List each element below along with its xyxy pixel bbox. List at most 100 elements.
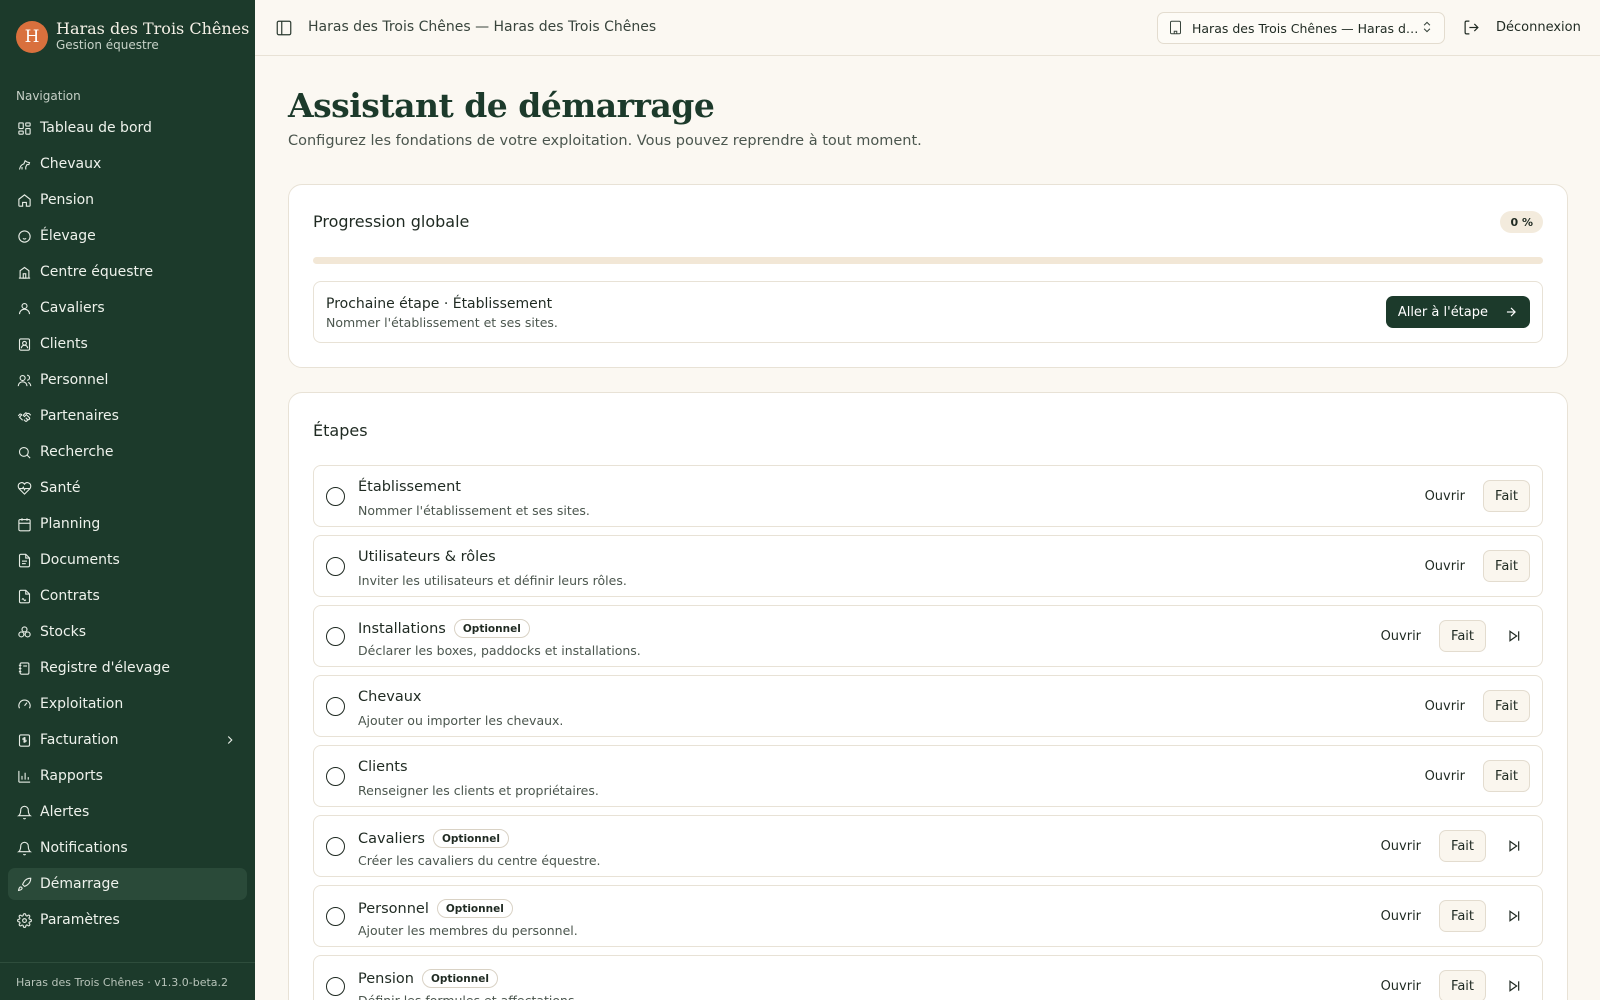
sidebar-item-centre-equestre[interactable]: Centre équestre: [8, 256, 247, 288]
sidebar-item-documents[interactable]: Documents: [8, 544, 247, 576]
sidebar-item-notifications[interactable]: Notifications: [8, 832, 247, 864]
steps-card: Étapes Établissement Nommer l'établisseme…: [288, 392, 1568, 1000]
mark-done-button[interactable]: Fait: [1439, 830, 1486, 862]
open-step-button[interactable]: Ouvrir: [1415, 480, 1475, 512]
step-status-circle-icon[interactable]: [326, 487, 345, 506]
step-status-circle-icon[interactable]: [326, 977, 345, 996]
step-name: Utilisateurs & rôles: [358, 549, 496, 565]
sidebar-item-contrats[interactable]: Contrats: [8, 580, 247, 612]
step-row-pension: Pension Optionnel Définir les formules et …: [313, 955, 1543, 1000]
sidebar-item-rapports[interactable]: Rapports: [8, 760, 247, 792]
open-step-button[interactable]: Ouvrir: [1415, 760, 1475, 792]
sidebar: H Haras des Trois Chênes Gestion équestr…: [0, 0, 255, 1000]
file-signature-icon: [16, 588, 32, 604]
optional-badge: Optionnel: [421, 969, 498, 988]
building-icon: [1168, 20, 1184, 36]
step-description: Déclarer les boxes, paddocks et installa…: [358, 643, 641, 658]
sidebar-item-label: Cavaliers: [40, 300, 105, 316]
brand-subtitle: Gestion équestre: [56, 38, 159, 52]
mark-done-button[interactable]: Fait: [1439, 970, 1486, 1000]
sidebar-item-cavaliers[interactable]: Cavaliers: [8, 292, 247, 324]
optional-badge: Optionnel: [432, 829, 509, 848]
sidebar-item-exploitation[interactable]: Exploitation: [8, 688, 247, 720]
step-status-circle-icon[interactable]: [326, 767, 345, 786]
open-step-button[interactable]: Ouvrir: [1371, 970, 1431, 1000]
mark-done-button[interactable]: Fait: [1483, 690, 1530, 722]
nav-heading: Navigation: [16, 89, 81, 103]
document-icon: [16, 552, 32, 568]
logout-button[interactable]: Déconnexion: [1496, 20, 1581, 35]
open-step-button[interactable]: Ouvrir: [1371, 900, 1431, 932]
sidebar-item-personnel[interactable]: Personnel: [8, 364, 247, 396]
search-icon: [16, 444, 32, 460]
step-row-personnel: Personnel Optionnel Ajouter les membres du…: [313, 885, 1543, 947]
skip-forward-icon[interactable]: [1498, 830, 1530, 862]
chevron-right-icon[interactable]: [223, 733, 237, 747]
sidebar-item-label: Chevaux: [40, 156, 102, 172]
organization-select[interactable]: Haras des Trois Chênes — Haras de...: [1157, 12, 1445, 44]
sidebar-item-label: Notifications: [40, 840, 128, 856]
home-icon: [16, 192, 32, 208]
step-status-circle-icon[interactable]: [326, 697, 345, 716]
sidebar-item-recherche[interactable]: Recherche: [8, 436, 247, 468]
boxes-icon: [16, 624, 32, 640]
sidebar-item-planning[interactable]: Planning: [8, 508, 247, 540]
brand[interactable]: H Haras des Trois Chênes Gestion équestr…: [16, 20, 249, 53]
sidebar-item-label: Recherche: [40, 444, 114, 460]
step-description: Définir les formules et affectations.: [358, 993, 578, 1000]
sidebar-item-parametres[interactable]: Paramètres: [8, 904, 247, 936]
sidebar-toggle-icon[interactable]: [275, 19, 293, 37]
sidebar-item-registre-d-elevage[interactable]: Registre d'élevage: [8, 652, 247, 684]
mark-done-button[interactable]: Fait: [1483, 760, 1530, 792]
next-step-title: Prochaine étape · Établissement: [326, 296, 553, 312]
logout-icon[interactable]: [1463, 19, 1481, 37]
step-description: Ajouter ou importer les chevaux.: [358, 713, 564, 728]
sidebar-item-tableau-de-bord[interactable]: Tableau de bord: [8, 112, 247, 144]
brand-logo: H: [16, 20, 48, 53]
rocket-icon: [16, 876, 32, 892]
open-step-button[interactable]: Ouvrir: [1371, 620, 1431, 652]
step-status-circle-icon[interactable]: [326, 557, 345, 576]
mark-done-button[interactable]: Fait: [1439, 900, 1486, 932]
skip-forward-icon[interactable]: [1498, 900, 1530, 932]
users-icon: [16, 372, 32, 388]
sidebar-item-facturation[interactable]: Facturation: [8, 724, 247, 756]
mark-done-button[interactable]: Fait: [1483, 480, 1530, 512]
sidebar-nav: Tableau de bord Chevaux Pension Élevage Cent…: [8, 112, 247, 940]
mark-done-button[interactable]: Fait: [1439, 620, 1486, 652]
school-icon: [16, 264, 32, 280]
dashboard-icon: [16, 120, 32, 136]
step-status-circle-icon[interactable]: [326, 627, 345, 646]
arrow-right-icon: [1506, 307, 1516, 317]
step-name: Installations: [358, 620, 446, 637]
sidebar-item-label: Tableau de bord: [40, 120, 152, 136]
sidebar-item-sante[interactable]: Santé: [8, 472, 247, 504]
step-status-circle-icon[interactable]: [326, 837, 345, 856]
sidebar-item-alertes[interactable]: Alertes: [8, 796, 247, 828]
sidebar-item-label: Paramètres: [40, 912, 120, 928]
skip-forward-icon[interactable]: [1498, 620, 1530, 652]
sidebar-item-chevaux[interactable]: Chevaux: [8, 148, 247, 180]
sidebar-item-label: Alertes: [40, 804, 90, 820]
user-icon: [16, 300, 32, 316]
sidebar-item-demarrage[interactable]: Démarrage: [8, 868, 247, 900]
open-step-button[interactable]: Ouvrir: [1415, 550, 1475, 582]
sidebar-item-partenaires[interactable]: Partenaires: [8, 400, 247, 432]
sidebar-item-clients[interactable]: Clients: [8, 328, 247, 360]
step-status-circle-icon[interactable]: [326, 907, 345, 926]
open-step-button[interactable]: Ouvrir: [1371, 830, 1431, 862]
sidebar-item-elevage[interactable]: Élevage: [8, 220, 247, 252]
sidebar-item-pension[interactable]: Pension: [8, 184, 247, 216]
step-row-utilisateurs-roles: Utilisateurs & rôles Inviter les utilisat…: [313, 535, 1543, 597]
sidebar-item-stocks[interactable]: Stocks: [8, 616, 247, 648]
sidebar-item-label: Registre d'élevage: [40, 660, 170, 676]
open-step-button[interactable]: Ouvrir: [1415, 690, 1475, 722]
mark-done-button[interactable]: Fait: [1483, 550, 1530, 582]
version-footer: Haras des Trois Chênes · v1.3.0-beta.2: [0, 962, 255, 1000]
progress-card: Progression globale 0 % Prochaine étape …: [288, 184, 1568, 368]
go-to-step-button[interactable]: Aller à l'étape: [1385, 296, 1530, 328]
sidebar-item-label: Facturation: [40, 732, 119, 748]
skip-forward-icon[interactable]: [1498, 970, 1530, 1000]
bell-icon: [16, 840, 32, 856]
go-to-step-label: Aller à l'étape: [1397, 304, 1488, 320]
